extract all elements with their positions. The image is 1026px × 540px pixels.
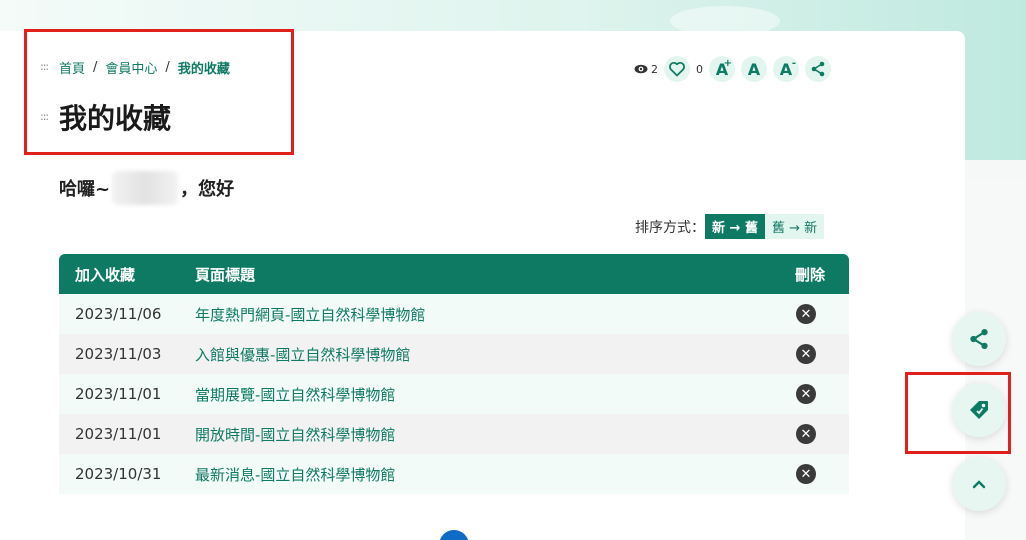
delete-button[interactable]: ✕ xyxy=(796,304,816,324)
user-name-redacted xyxy=(112,171,179,205)
row-title-link[interactable]: 最新消息-國立自然科學博物館 xyxy=(195,464,395,485)
sort-control: 排序方式： 新 → 舊 舊 → 新 xyxy=(635,214,825,239)
breadcrumb-separator: / xyxy=(93,60,98,75)
table-row: 2023/11/01 開放時間-國立自然科學博物館 ✕ xyxy=(59,414,849,454)
delete-button[interactable]: ✕ xyxy=(796,464,816,484)
minus-icon: - xyxy=(791,58,796,69)
share-button[interactable] xyxy=(805,56,831,82)
delete-button[interactable]: ✕ xyxy=(796,424,816,444)
tag-icon xyxy=(970,401,988,419)
drag-handle-icon: ::: xyxy=(40,110,49,123)
table-row: 2023/11/06 年度熱門網頁-國立自然科學博物館 ✕ xyxy=(59,294,849,334)
greeting-prefix: 哈囉~ xyxy=(59,179,111,200)
table-header: 加入收藏 頁面標題 刪除 xyxy=(59,254,849,294)
breadcrumb: 首頁 / 會員中心 / 我的收藏 xyxy=(59,58,230,77)
view-count-value: 2 xyxy=(651,62,658,76)
delete-button[interactable]: ✕ xyxy=(796,384,816,404)
page-title: 我的收藏 xyxy=(59,102,172,135)
breadcrumb-home[interactable]: 首頁 xyxy=(59,58,85,77)
breadcrumb-member-center[interactable]: 會員中心 xyxy=(105,58,157,77)
row-date: 2023/11/01 xyxy=(75,385,162,403)
table-row: 2023/11/01 當期展覽-國立自然科學博物館 ✕ xyxy=(59,374,849,414)
sort-new-to-old-button[interactable]: 新 → 舊 xyxy=(705,214,765,239)
font-size-increase-button[interactable]: A + xyxy=(709,56,735,82)
heart-icon xyxy=(669,61,685,77)
row-title-link[interactable]: 入館與優惠-國立自然科學博物館 xyxy=(195,344,410,365)
floating-share-button[interactable] xyxy=(952,312,1006,366)
row-title-link[interactable]: 開放時間-國立自然科學博物館 xyxy=(195,424,395,445)
page-tools: 2 0 A + A A - xyxy=(634,56,831,82)
share-icon xyxy=(811,61,825,77)
font-decrease-label: A xyxy=(779,59,793,79)
greeting-suffix: ，您好 xyxy=(180,179,235,200)
like-button[interactable] xyxy=(664,56,690,82)
row-date: 2023/10/31 xyxy=(75,465,162,483)
chevron-up-icon xyxy=(972,480,986,489)
row-date: 2023/11/01 xyxy=(75,425,162,443)
sort-old-to-new-button[interactable]: 舊 → 新 xyxy=(764,214,825,239)
header-added-date: 加入收藏 xyxy=(75,265,136,284)
font-normal-label: A xyxy=(747,59,761,79)
table-row: 2023/11/03 入館與優惠-國立自然科學博物館 ✕ xyxy=(59,334,849,374)
header-page-title: 頁面標題 xyxy=(195,265,256,284)
font-size-normal-button[interactable]: A xyxy=(741,56,767,82)
row-title-link[interactable]: 當期展覽-國立自然科學博物館 xyxy=(195,384,395,405)
row-date: 2023/11/03 xyxy=(75,345,162,363)
header-delete: 刪除 xyxy=(795,265,826,284)
plus-icon: + xyxy=(723,58,732,69)
font-size-decrease-button[interactable]: A - xyxy=(773,56,799,82)
delete-button[interactable]: ✕ xyxy=(796,344,816,364)
row-title-link[interactable]: 年度熱門網頁-國立自然科學博物館 xyxy=(195,304,425,325)
table-row: 2023/10/31 最新消息-國立自然科學博物館 ✕ xyxy=(59,454,849,494)
greeting: 哈囉~ ，您好 xyxy=(59,171,234,205)
main-content-card: ::: 首頁 / 會員中心 / 我的收藏 ::: 我的收藏 2 0 A + A … xyxy=(0,31,965,540)
eye-icon xyxy=(634,64,648,74)
breadcrumb-separator: / xyxy=(165,60,170,75)
view-count: 2 xyxy=(634,63,658,76)
breadcrumb-current: 我的收藏 xyxy=(177,62,230,77)
share-icon xyxy=(970,328,988,350)
row-date: 2023/11/06 xyxy=(75,305,162,323)
drag-handle-icon: ::: xyxy=(40,60,49,73)
like-count: 0 xyxy=(696,62,703,76)
floating-favorite-tag-button[interactable] xyxy=(952,383,1006,437)
favorites-table: 加入收藏 頁面標題 刪除 2023/11/06 年度熱門網頁-國立自然科學博物館… xyxy=(59,254,849,494)
back-to-top-button[interactable] xyxy=(952,457,1006,511)
sort-label: 排序方式： xyxy=(635,219,705,236)
